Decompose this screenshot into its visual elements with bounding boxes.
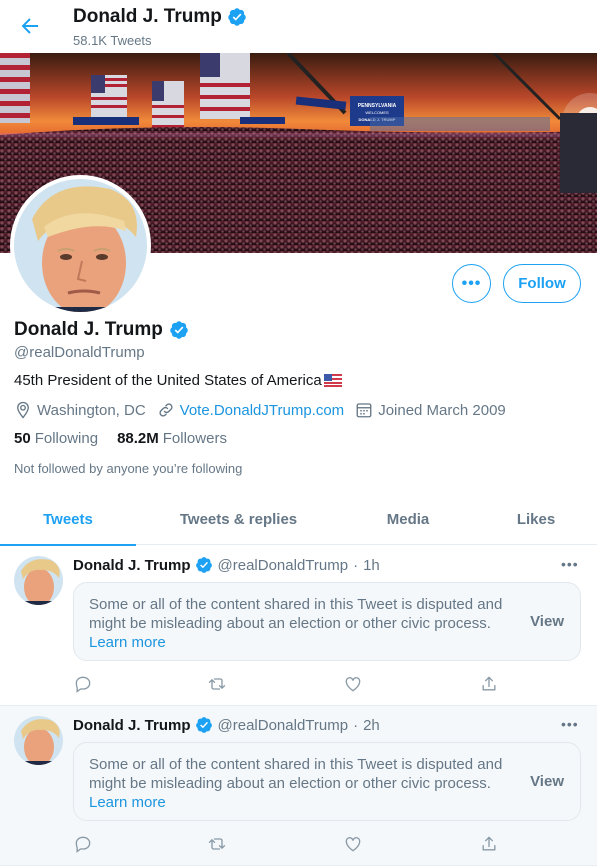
learn-more-link[interactable]: Learn more	[89, 633, 509, 652]
avatar-photo	[14, 716, 63, 765]
tweet-author-name[interactable]: Donald J. Trump	[73, 717, 191, 734]
profile-name: Donald J. Trump	[14, 319, 189, 341]
tab-tweets[interactable]: Tweets	[0, 493, 136, 546]
banner-sign-line-2: WELCOMES	[365, 110, 389, 115]
us-flag-icon	[323, 374, 342, 387]
tweet-actions	[73, 674, 513, 696]
tweet-actions	[73, 834, 513, 856]
tweet-author-name[interactable]: Donald J. Trump	[73, 557, 191, 574]
avatar-photo	[14, 556, 63, 605]
followers-stat[interactable]: 88.2M Followers	[117, 430, 227, 447]
verified-badge-icon	[195, 557, 212, 573]
location-text: Washington, DC	[37, 401, 146, 419]
following-label: Following	[34, 430, 99, 447]
back-arrow-icon[interactable]	[18, 14, 42, 38]
notice-text: Some or all of the content shared in thi…	[89, 756, 503, 792]
banner-sign-line-1: PENNSYLVANIA	[358, 103, 397, 109]
tab-likes[interactable]: Likes	[475, 493, 597, 545]
profile-meta: Washington, DC Vote.DonaldJTrump.com Joi…	[14, 401, 517, 419]
share-icon[interactable]	[479, 674, 499, 694]
top-bar: Donald J. Trump 58.1K Tweets	[0, 0, 597, 53]
following-stat[interactable]: 50 Following	[14, 430, 98, 447]
learn-more-link[interactable]: Learn more	[89, 793, 509, 812]
disputed-notice: Some or all of the content shared in thi…	[73, 582, 581, 661]
retweet-icon[interactable]	[207, 834, 227, 854]
profile-name-text: Donald J. Trump	[14, 319, 163, 340]
tweet-avatar[interactable]	[14, 716, 63, 765]
profile-joined: Joined March 2009	[355, 401, 506, 419]
profile-actions: ••• Follow	[452, 264, 581, 303]
share-icon[interactable]	[479, 834, 499, 854]
tweet-author-handle[interactable]: @realDonaldTrump	[218, 557, 349, 574]
like-icon[interactable]	[343, 834, 363, 854]
joined-text: Joined March 2009	[378, 401, 506, 419]
retweet-icon[interactable]	[207, 674, 227, 694]
verified-badge-icon	[170, 321, 188, 339]
profile-handle: @realDonaldTrump	[14, 344, 145, 361]
notice-text: Some or all of the content shared in thi…	[89, 596, 503, 632]
profile-website[interactable]: Vote.DonaldJTrump.com	[157, 401, 345, 419]
tweet[interactable]: Donald J. Trump @realDonaldTrump · 2h ••…	[0, 706, 597, 866]
tweet-time[interactable]: 2h	[363, 717, 380, 734]
verified-badge-icon	[195, 717, 212, 733]
location-icon	[17, 401, 29, 419]
view-button[interactable]: View	[530, 613, 564, 630]
like-icon[interactable]	[343, 674, 363, 694]
profile-stats: 50 Following 88.2M Followers	[14, 430, 227, 447]
link-icon	[159, 403, 173, 417]
verified-badge-icon	[228, 8, 246, 26]
not-followed-note: Not followed by anyone you’re following	[14, 461, 243, 476]
follow-button[interactable]: Follow	[503, 264, 581, 303]
separator-dot: ·	[353, 556, 359, 574]
separator-dot: ·	[353, 716, 359, 734]
tweet-avatar[interactable]	[14, 556, 63, 605]
bio-text: 45th President of the United States of A…	[14, 372, 322, 389]
header-title: Donald J. Trump	[73, 6, 247, 28]
tweet-count: 58.1K Tweets	[73, 33, 152, 48]
followers-label: Followers	[162, 430, 227, 447]
profile-bio: 45th President of the United States of A…	[14, 372, 342, 389]
profile-photo	[14, 179, 147, 312]
reply-icon[interactable]	[73, 674, 93, 694]
header-name: Donald J. Trump	[73, 6, 222, 27]
following-count: 50	[14, 430, 31, 447]
calendar-icon	[356, 403, 372, 418]
followers-count: 88.2M	[117, 430, 159, 447]
tweet-header: Donald J. Trump @realDonaldTrump · 1h	[73, 556, 380, 574]
reply-icon[interactable]	[73, 834, 93, 854]
tab-tweets-replies[interactable]: Tweets & replies	[136, 493, 341, 545]
profile-location: Washington, DC	[14, 401, 146, 419]
tweet-more-button[interactable]: •••	[561, 556, 581, 574]
tab-media[interactable]: Media	[341, 493, 475, 545]
more-icon: •••	[461, 274, 482, 292]
tweet[interactable]: Donald J. Trump @realDonaldTrump · 1h ••…	[0, 546, 597, 706]
view-button[interactable]: View	[530, 773, 564, 790]
disputed-notice: Some or all of the content shared in thi…	[73, 742, 581, 821]
notice-text-wrap: Some or all of the content shared in thi…	[89, 595, 509, 652]
website-link[interactable]: Vote.DonaldJTrump.com	[180, 402, 345, 419]
more-options-button[interactable]: •••	[452, 264, 491, 303]
notice-text-wrap: Some or all of the content shared in thi…	[89, 755, 509, 812]
tweet-time[interactable]: 1h	[363, 557, 380, 574]
tweet-more-button[interactable]: •••	[561, 716, 581, 734]
tweet-header: Donald J. Trump @realDonaldTrump · 2h	[73, 716, 380, 734]
profile-avatar[interactable]	[10, 175, 151, 316]
profile-tabs: Tweets Tweets & replies Media Likes	[0, 493, 597, 546]
tweet-author-handle[interactable]: @realDonaldTrump	[218, 717, 349, 734]
